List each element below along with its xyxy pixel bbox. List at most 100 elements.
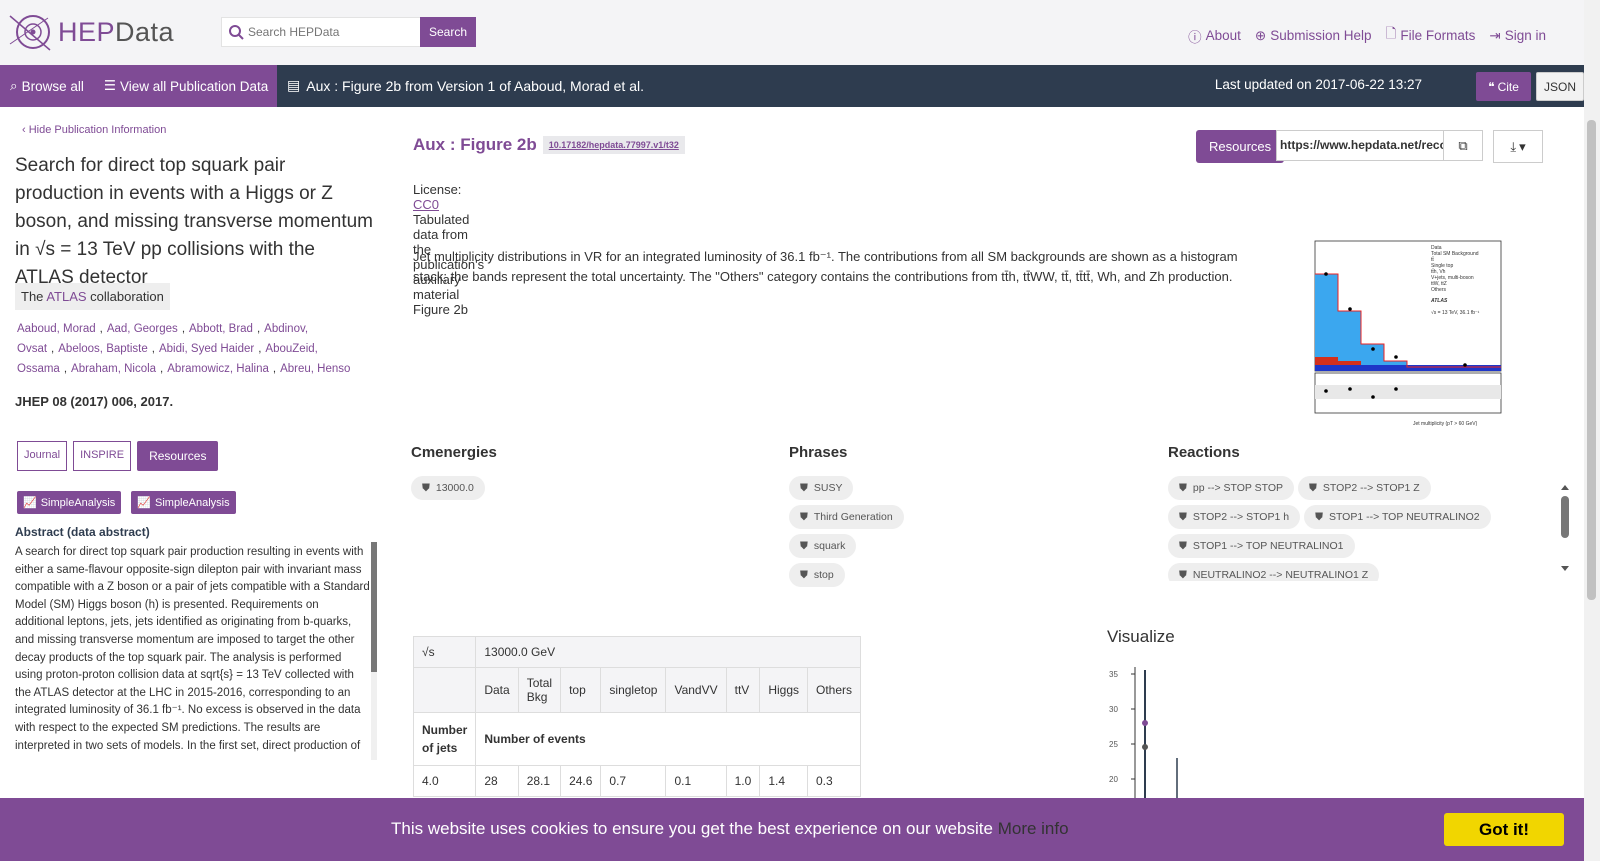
keyword-tag[interactable]: ⛊ stop <box>789 563 845 587</box>
sign-in-link[interactable]: ⇥ Sign in <box>1489 24 1546 47</box>
keyword-tag[interactable]: ⛊ STOP1 --> TOP NEUTRALINO1 <box>1168 534 1355 558</box>
author-link[interactable]: Abeloos, Baptiste <box>58 343 148 355</box>
record-bar: ⌕ Browse all ☰ View all Publication Data ▤… <box>0 65 1584 107</box>
author-separator: , <box>63 363 68 375</box>
simple-analysis-button[interactable]: 📈 SimpleAnalysis <box>17 491 122 514</box>
keyword-tag[interactable]: ⛊ SUSY <box>789 476 854 500</box>
column-header[interactable]: Total Bkg <box>517 667 562 713</box>
inspire-button[interactable]: INSPIRE <box>73 441 132 471</box>
keyword-tag[interactable]: ⛊ STOP1 --> TOP NEUTRALINO2 <box>1304 505 1491 529</box>
search-input[interactable] <box>248 25 408 39</box>
copy-url-button[interactable]: ⧉ <box>1443 130 1483 161</box>
table-energy-row: √s 13000.0 GeV <box>412 636 862 668</box>
table-body: 4.0 28 28.1 24.6 0.7 0.1 1.0 1.4 0.3 <box>412 765 862 797</box>
keyword-tag[interactable]: ⛊ STOP2 --> STOP1 h <box>1168 505 1301 529</box>
author-link[interactable]: Abidi, Syed Haider <box>159 343 254 355</box>
publication-resources-button[interactable]: Resources <box>137 441 219 471</box>
tag-label: STOP1 --> TOP NEUTRALINO1 <box>1192 540 1344 552</box>
page-scrollbar[interactable] <box>1584 0 1600 861</box>
keyword-tag[interactable]: ⛊ 13000.0 <box>411 476 485 500</box>
submission-help-link[interactable]: ⊕ Submission Help <box>1255 24 1372 47</box>
search-field[interactable] <box>221 17 421 47</box>
more-info-link[interactable]: More info <box>998 819 1069 838</box>
keyword-tag[interactable]: ⛊ Third Generation <box>789 505 904 529</box>
search-button[interactable]: Search <box>420 17 476 47</box>
hide-publication-info-link[interactable]: ‹ Hide Publication Information <box>22 124 166 136</box>
json-button[interactable]: JSON <box>1536 72 1584 101</box>
quote-icon: ❝ <box>1488 79 1495 94</box>
abstract-scrollbar[interactable] <box>371 542 377 760</box>
table-resources-button[interactable]: Resources <box>1196 130 1285 163</box>
cite-button[interactable]: ❝ Cite <box>1476 72 1531 101</box>
sign-in-label: Sign in <box>1504 28 1546 43</box>
journal-button[interactable]: Journal <box>17 441 68 471</box>
about-label: About <box>1205 28 1241 43</box>
visualize-heading: Visualize <box>1107 627 1175 646</box>
svg-text:Others: Others <box>1431 287 1447 293</box>
top-nav: ⓘ About ⊕ Submission Help 🗋 File Formats ⇥ S… <box>1188 24 1546 47</box>
cite-label: Cite <box>1497 79 1519 94</box>
figure-thumbnail[interactable]: DataTotal SM Backgroundtt̄Single toptt̄h… <box>1293 239 1523 439</box>
tag-icon: ⛊ <box>422 481 430 494</box>
tag-icon: ⛊ <box>800 481 808 494</box>
abstract-heading: Abstract (data abstract) <box>15 525 150 539</box>
file-formats-link[interactable]: 🗋 File Formats <box>1386 24 1476 47</box>
author-link[interactable]: Abramowicz, Halina <box>167 363 269 375</box>
column-header[interactable]: ttV <box>725 667 761 713</box>
cookie-accept-button[interactable]: Got it! <box>1444 813 1564 846</box>
collab-post: collaboration <box>90 289 164 304</box>
browse-all-link[interactable]: ⌕ Browse all <box>10 78 84 94</box>
keyword-tag[interactable]: ⛊ NEUTRALINO2 --> NEUTRALINO1 Z <box>1168 563 1380 581</box>
view-all-data-link[interactable]: ☰ View all Publication Data <box>104 78 268 94</box>
svg-text:ATLAS: ATLAS <box>1430 298 1448 304</box>
browse-label: Browse all <box>21 78 84 94</box>
author-link[interactable]: Aad, Georges <box>107 323 178 335</box>
browse-nav: ⌕ Browse all ☰ View all Publication Data <box>0 65 277 107</box>
column-header[interactable]: Data <box>475 667 519 713</box>
info-icon: ⓘ <box>1188 29 1202 45</box>
column-header[interactable]: Higgs <box>759 667 808 713</box>
collaboration-link[interactable]: ATLAS <box>46 289 86 304</box>
cmenergies-section: Cmenergies ⛊ 13000.0 <box>411 444 497 500</box>
page-scroll-thumb[interactable] <box>1587 120 1596 600</box>
tag-label: Third Generation <box>813 511 893 523</box>
doi-link[interactable]: 10.17182/hepdata.77997.v1/t32 <box>542 136 685 154</box>
help-label: Submission Help <box>1270 28 1372 43</box>
license-link[interactable]: CC0 <box>413 197 439 212</box>
simple-analysis-button[interactable]: 📈 SimpleAnalysis <box>131 491 236 514</box>
table-url-field[interactable]: https://www.hepdata.net/record/ins159939… <box>1276 130 1444 161</box>
logo-text: HEPData <box>58 16 175 47</box>
reactions-scrollbar[interactable] <box>1560 484 1570 572</box>
svg-text:Jet multiplicity (pT > 60 GeV): Jet multiplicity (pT > 60 GeV) <box>1413 421 1478 427</box>
keyword-tag[interactable]: ⛊ pp --> STOP STOP <box>1168 476 1295 500</box>
tag-label: NEUTRALINO2 --> NEUTRALINO1 Z <box>1192 569 1369 581</box>
author-link[interactable]: Aaboud, Morad <box>17 323 96 335</box>
table-cell: 24.6 <box>560 765 602 797</box>
tag-label: STOP1 --> TOP NEUTRALINO2 <box>1328 511 1480 523</box>
record-title: ▤ Aux : Figure 2b from Version 1 of Aabou… <box>287 77 644 94</box>
record-title-text: Aux : Figure 2b from Version 1 of Aaboud… <box>306 77 644 94</box>
column-header[interactable]: singletop <box>600 667 667 713</box>
keyword-tag[interactable]: ⛊ squark <box>789 534 857 558</box>
author-separator: , <box>151 343 155 355</box>
author-link[interactable]: Abraham, Nicola <box>71 363 156 375</box>
hepdata-logo[interactable]: HEPData <box>8 12 174 52</box>
y-tick-label: 35 <box>1109 670 1118 679</box>
abstract-scroll-thumb[interactable] <box>371 542 377 672</box>
column-header[interactable]: VandVV <box>665 667 727 713</box>
formats-label: File Formats <box>1400 28 1476 43</box>
tag-label: SUSY <box>813 482 843 494</box>
author-link[interactable]: Abbott, Brad <box>189 323 253 335</box>
view-all-label: View all Publication Data <box>119 78 269 94</box>
column-header[interactable]: Others <box>806 667 862 713</box>
author-link[interactable]: Abreu, Henso <box>280 363 350 375</box>
svg-text:tt̄h, Vh: tt̄h, Vh <box>1431 268 1446 275</box>
keyword-tag[interactable]: ⛊ STOP2 --> STOP1 Z <box>1298 476 1431 500</box>
download-button[interactable]: ⤓ ▾ <box>1493 130 1543 163</box>
author-separator: , <box>160 363 164 375</box>
table-row: 4.0 28 28.1 24.6 0.7 0.1 1.0 1.4 0.3 <box>412 765 862 797</box>
column-header[interactable]: top <box>560 667 602 713</box>
journal-text: JHEP 08 (2017) 006, 2017 <box>15 394 170 409</box>
about-link[interactable]: ⓘ About <box>1188 24 1241 47</box>
tag-label: 13000.0 <box>435 482 474 494</box>
